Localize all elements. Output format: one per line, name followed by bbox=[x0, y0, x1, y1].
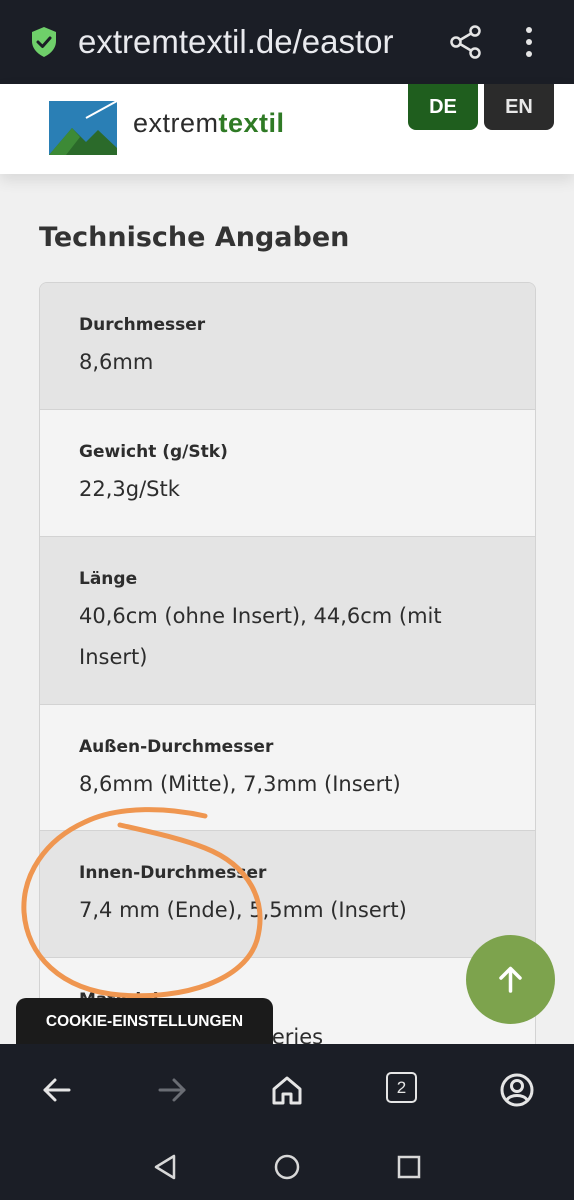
account-icon[interactable] bbox=[497, 1070, 537, 1110]
site-logo[interactable] bbox=[46, 98, 120, 158]
spec-label: Innen-Durchmesser bbox=[79, 863, 267, 883]
browser-url-bar: extremtextil.de/eastor bbox=[0, 0, 574, 84]
spec-value: 22,3g/Stk bbox=[79, 477, 180, 501]
tab-switcher-button[interactable]: 2 bbox=[386, 1072, 417, 1103]
language-en-button[interactable]: EN bbox=[484, 84, 554, 130]
spec-value: 8,6mm (Mitte), 7,3mm (Insert) bbox=[79, 772, 401, 796]
more-menu-icon[interactable] bbox=[514, 24, 544, 60]
spec-label: Länge bbox=[79, 569, 138, 589]
system-recents-icon[interactable] bbox=[395, 1153, 423, 1181]
spec-label: Durchmesser bbox=[79, 315, 206, 335]
spec-value: 40,6cm (ohne Insert), 44,6cm (mit Insert… bbox=[79, 604, 442, 669]
spec-row: Innen-Durchmesser 7,4 mm (Ende), 5,5mm (… bbox=[40, 831, 535, 958]
share-icon[interactable] bbox=[448, 24, 484, 60]
secure-shield-icon[interactable] bbox=[30, 26, 58, 58]
system-back-icon[interactable] bbox=[151, 1152, 179, 1182]
spec-value: 7,4 mm (Ende), 5,5mm (Insert) bbox=[79, 898, 407, 922]
site-logo-text[interactable]: extremtextil bbox=[133, 108, 285, 139]
browser-bottom-nav: 2 bbox=[0, 1044, 574, 1136]
spec-label: Gewicht (g/Stk) bbox=[79, 442, 228, 462]
language-de-button[interactable]: DE bbox=[408, 84, 478, 130]
spec-table: Durchmesser 8,6mm Gewicht (g/Stk) 22,3g/… bbox=[39, 282, 536, 1062]
section-title: Technische Angaben bbox=[39, 222, 350, 253]
url-text[interactable]: extremtextil.de/eastor bbox=[78, 18, 434, 66]
spec-row: Länge 40,6cm (ohne Insert), 44,6cm (mit … bbox=[40, 537, 535, 705]
spec-label: Außen-Durchmesser bbox=[79, 737, 274, 757]
forward-arrow-icon[interactable] bbox=[152, 1070, 192, 1110]
system-home-icon[interactable] bbox=[272, 1152, 302, 1182]
home-icon[interactable] bbox=[267, 1070, 307, 1110]
back-arrow-icon[interactable] bbox=[37, 1070, 77, 1110]
arrow-up-icon bbox=[499, 966, 522, 993]
system-nav-bar bbox=[0, 1136, 574, 1200]
scroll-to-top-button[interactable] bbox=[466, 935, 555, 1024]
spec-row: Außen-Durchmesser 8,6mm (Mitte), 7,3mm (… bbox=[40, 705, 535, 831]
spec-value: 8,6mm bbox=[79, 350, 154, 374]
spec-row: Durchmesser 8,6mm bbox=[40, 283, 535, 410]
spec-row: Gewicht (g/Stk) 22,3g/Stk bbox=[40, 410, 535, 537]
cookie-settings-button[interactable]: COOKIE-EINSTELLUNGEN bbox=[16, 998, 273, 1050]
